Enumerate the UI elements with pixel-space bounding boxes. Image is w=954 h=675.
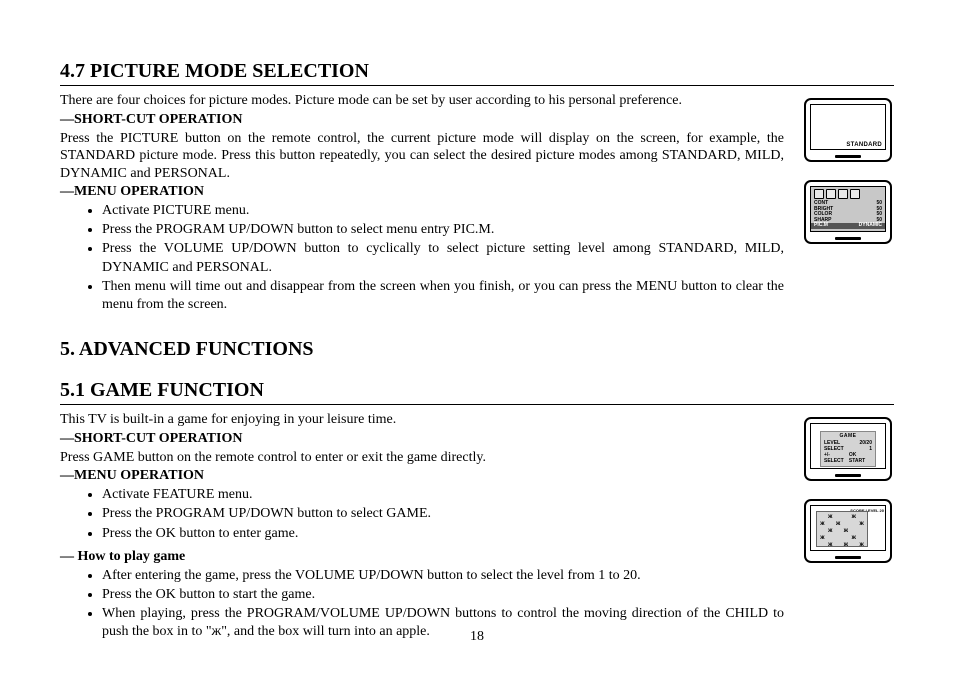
tv-illustration-standard: STANDARD xyxy=(804,98,892,162)
intro-paragraph: There are four choices for picture modes… xyxy=(60,92,784,110)
list-item: After entering the game, press the VOLUM… xyxy=(102,567,784,585)
list-item: Press the PROGRAM UP/DOWN button to sele… xyxy=(102,505,784,523)
intro-paragraph: This TV is built-in a game for enjoying … xyxy=(60,411,784,429)
shortcut-paragraph: Press GAME button on the remote control … xyxy=(60,449,784,467)
page-number: 18 xyxy=(0,629,954,645)
menu-op-list: Activate FEATURE menu. Press the PROGRAM… xyxy=(60,486,784,543)
heading-game-function: 5.1 GAME FUNCTION xyxy=(60,379,894,402)
heading-picture-mode: 4.7 PICTURE MODE SELECTION xyxy=(60,60,894,83)
tv-illustration-menu: CONT50 BRIGHT50 COLOR50 SHARP50 PIC.MDYN… xyxy=(804,180,892,244)
tv-illustration-game-menu: GAME LEVEL20/20 SELECT1 +/- SELECTOK STA… xyxy=(804,417,892,481)
shortcut-heading: —SHORT-CUT OPERATION xyxy=(60,112,784,128)
shortcut-paragraph: Press the PICTURE button on the remote c… xyxy=(60,130,784,183)
list-item: Activate FEATURE menu. xyxy=(102,486,784,504)
list-item: Press the PROGRAM UP/DOWN button to sele… xyxy=(102,221,784,239)
divider xyxy=(60,404,894,405)
list-item: Press the VOLUME UP/DOWN button to cycli… xyxy=(102,240,784,276)
howto-heading: — How to play game xyxy=(60,549,784,565)
section-51-body: This TV is built-in a game for enjoying … xyxy=(60,411,894,647)
list-item: Press the OK button to enter game. xyxy=(102,525,784,543)
tv-illustration-game-board: SCORE LEVEL 20 жж жжж жж жж жжж xyxy=(804,499,892,563)
menu-op-heading: —MENU OPERATION xyxy=(60,468,784,484)
list-item: Activate PICTURE menu. xyxy=(102,202,784,220)
game-board-grid: жж жжж жж жж жжж xyxy=(816,511,868,547)
menu-op-list: Activate PICTURE menu. Press the PROGRAM… xyxy=(60,202,784,314)
tv-mode-label: STANDARD xyxy=(846,142,882,148)
list-item: Then menu will time out and disappear fr… xyxy=(102,278,784,314)
shortcut-heading: —SHORT-CUT OPERATION xyxy=(60,431,784,447)
list-item: Press the OK button to start the game. xyxy=(102,586,784,604)
divider xyxy=(60,85,894,86)
heading-advanced-functions: 5. ADVANCED FUNCTIONS xyxy=(60,338,894,361)
menu-op-heading: —MENU OPERATION xyxy=(60,184,784,200)
section-47-body: There are four choices for picture modes… xyxy=(60,92,894,320)
